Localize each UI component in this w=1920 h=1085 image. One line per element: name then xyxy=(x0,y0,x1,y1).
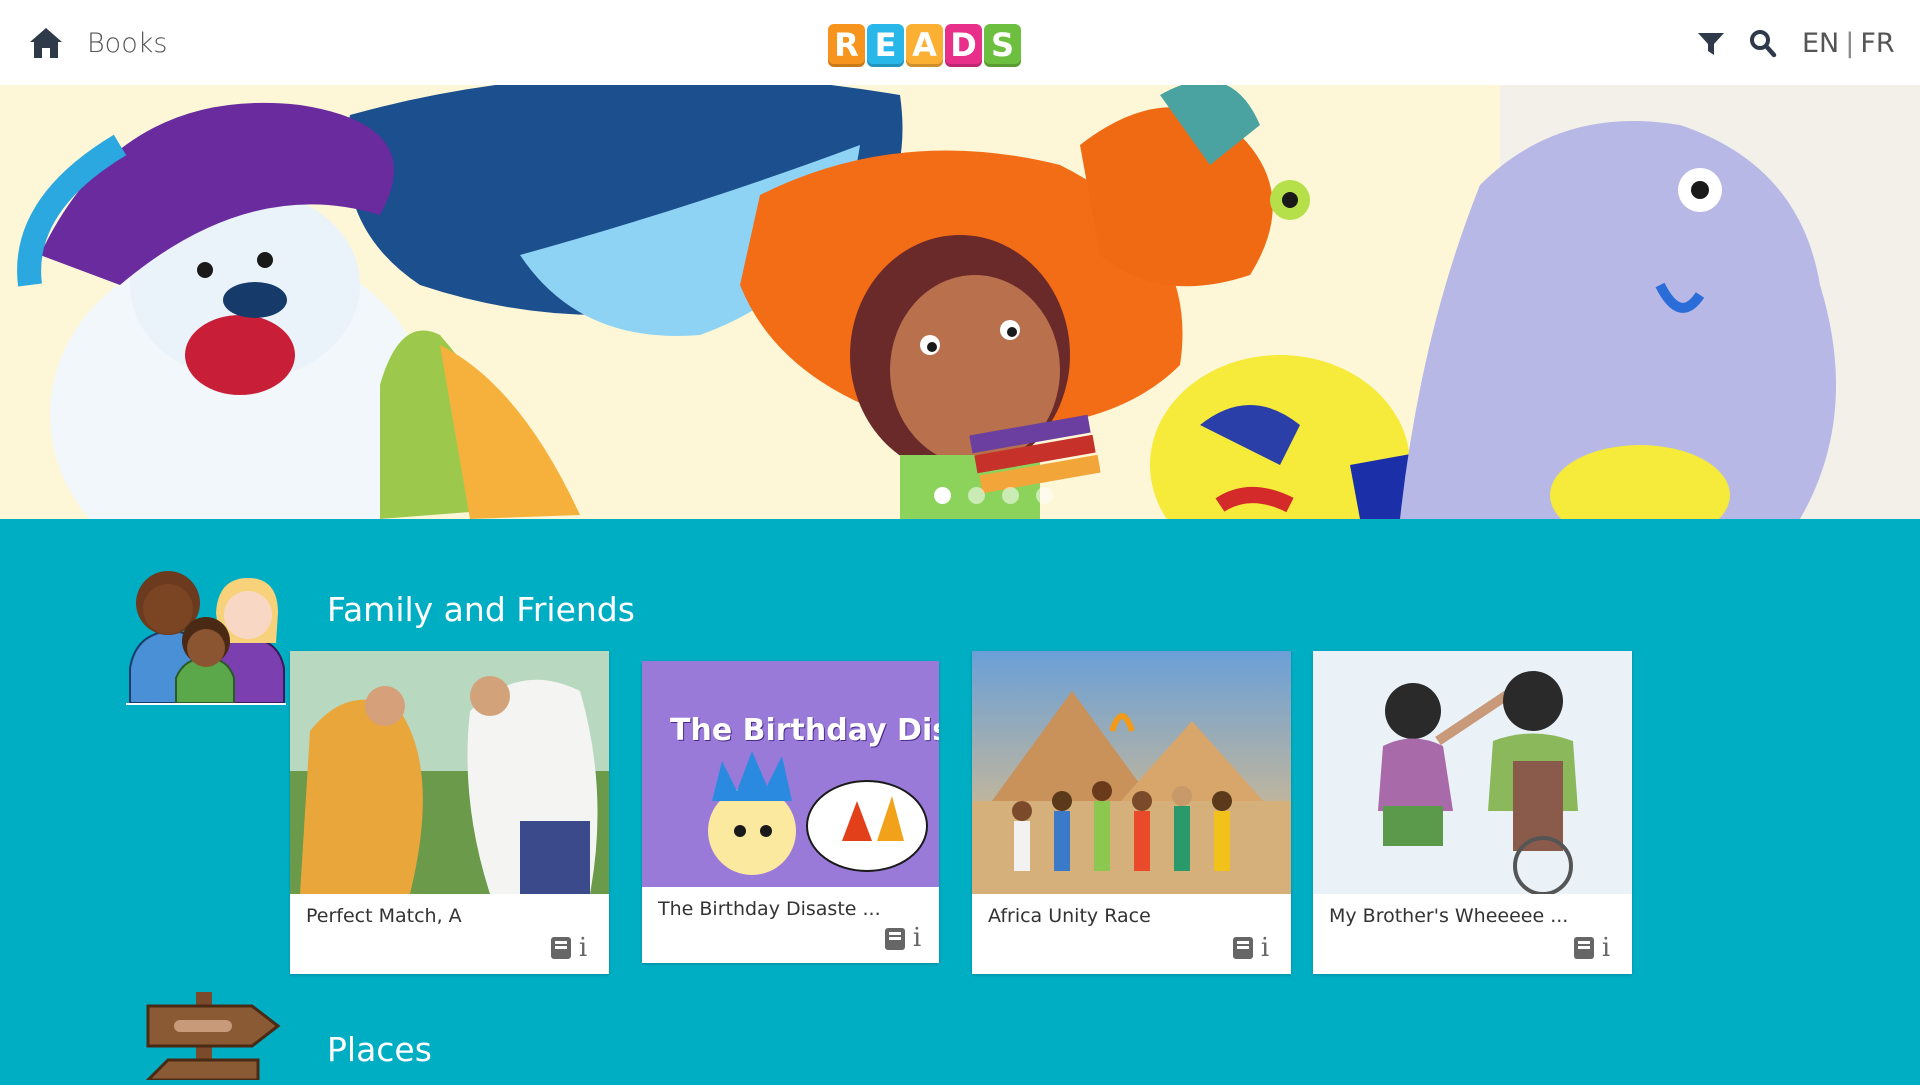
logo-letter-e: E xyxy=(867,24,904,67)
book-card[interactable]: The Birthday Disaste The Birthday Disast… xyxy=(642,661,939,963)
book-title[interactable]: My Brother's Wheeeee ... xyxy=(1329,905,1568,927)
logo-letter-r: R xyxy=(828,24,865,67)
logo-letter-d: D xyxy=(945,24,982,67)
lang-separator: | xyxy=(1845,28,1855,59)
logo-letter-s: S xyxy=(984,24,1021,67)
section-title-places: Places xyxy=(327,1030,432,1069)
book-card[interactable]: Perfect Match, A i xyxy=(290,651,609,974)
home-icon xyxy=(30,28,62,58)
lang-fr-button[interactable]: FR xyxy=(1860,28,1894,59)
book-cover-birthday-disaster: The Birthday Disaste xyxy=(642,661,939,887)
filter-button[interactable] xyxy=(1697,31,1725,57)
carousel-dot-4[interactable] xyxy=(1036,487,1053,504)
search-button[interactable] xyxy=(1749,29,1777,59)
carousel-dots xyxy=(934,487,1053,504)
read-book-icon[interactable] xyxy=(884,927,906,951)
book-cover-my-brothers-wheeeee xyxy=(1313,651,1632,894)
home-button[interactable] xyxy=(28,26,64,60)
book-cover-perfect-match xyxy=(290,651,609,894)
read-book-icon[interactable] xyxy=(550,936,572,960)
filter-icon xyxy=(1698,33,1724,55)
read-book-icon[interactable] xyxy=(1573,936,1595,960)
section-title-family: Family and Friends xyxy=(327,590,635,629)
books-link[interactable]: Books xyxy=(87,28,167,59)
cover-title-text: The Birthday Disaste xyxy=(670,713,939,748)
book-title[interactable]: Africa Unity Race xyxy=(988,905,1151,927)
logo-letter-a: A xyxy=(906,24,943,67)
info-icon[interactable]: i xyxy=(910,925,924,951)
family-icon xyxy=(126,553,288,705)
info-icon[interactable]: i xyxy=(1599,935,1613,961)
signpost-icon xyxy=(128,988,282,1082)
book-title[interactable]: Perfect Match, A xyxy=(306,905,462,927)
read-book-icon[interactable] xyxy=(1232,936,1254,960)
lang-en-button[interactable]: EN xyxy=(1802,28,1839,59)
carousel-dot-2[interactable] xyxy=(968,487,985,504)
book-card[interactable]: My Brother's Wheeeee ... i xyxy=(1313,651,1632,974)
carousel-dot-1[interactable] xyxy=(934,487,951,504)
hero-banner[interactable] xyxy=(0,85,1920,519)
carousel-dot-3[interactable] xyxy=(1002,487,1019,504)
reads-logo[interactable]: R E A D S xyxy=(828,24,1021,67)
search-icon xyxy=(1750,30,1777,58)
info-icon[interactable]: i xyxy=(1258,935,1272,961)
book-cover-africa-unity-race xyxy=(972,651,1291,894)
info-icon[interactable]: i xyxy=(576,935,590,961)
language-switcher: EN | FR xyxy=(1802,28,1895,59)
book-title[interactable]: The Birthday Disaste ... xyxy=(658,898,881,920)
hero-illustration xyxy=(0,85,1920,519)
book-card[interactable]: Africa Unity Race i xyxy=(972,651,1291,974)
top-bar: Books R E A D S EN | FR xyxy=(0,0,1920,85)
